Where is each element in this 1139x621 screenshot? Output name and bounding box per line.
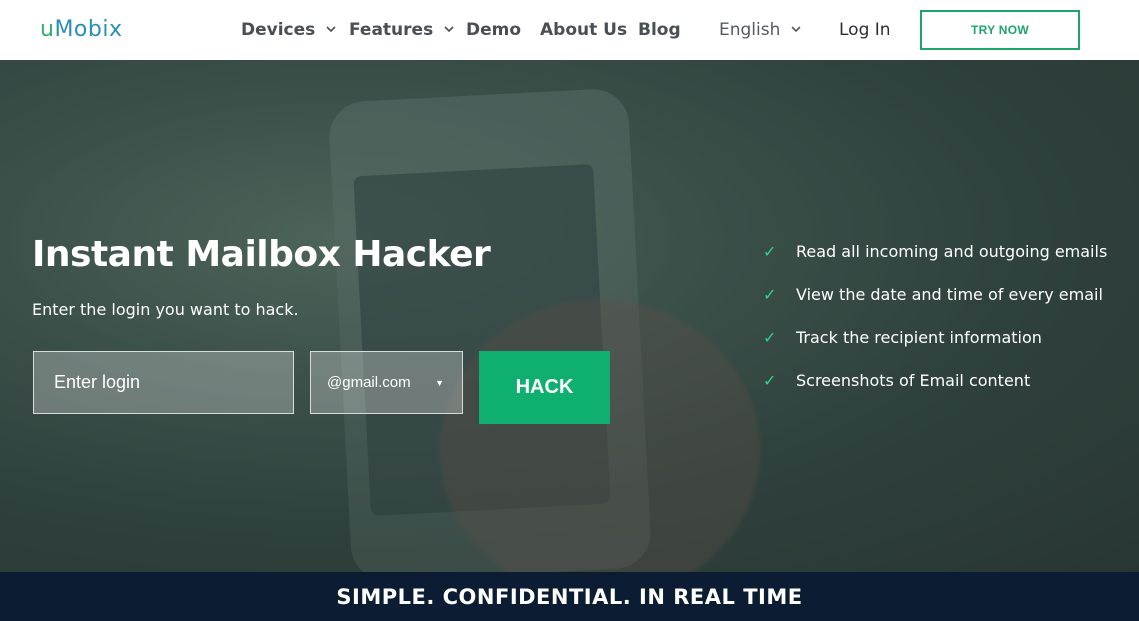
try-now-button[interactable]: TRY NOW <box>920 10 1080 50</box>
language-selector[interactable]: English <box>719 20 801 40</box>
nav-devices-label: Devices <box>241 20 316 40</box>
logo-prefix: u <box>40 17 55 42</box>
check-icon: ✓ <box>763 285 777 304</box>
domain-selected-value: @gmail.com <box>327 374 411 391</box>
chevron-down-icon <box>791 26 801 33</box>
language-label: English <box>719 20 781 40</box>
nav-devices[interactable]: Devices <box>241 20 336 40</box>
chevron-down-icon <box>326 26 336 33</box>
site-header: uMobix Devices Features Demo About Us Bl… <box>0 0 1139 60</box>
feature-list: ✓ Read all incoming and outgoing emails … <box>763 230 1107 402</box>
hero-section: Instant Mailbox Hacker Enter the login y… <box>0 60 1139 572</box>
tagline-bar: SIMPLE. CONFIDENTIAL. IN REAL TIME <box>0 572 1139 621</box>
hero-title: Instant Mailbox Hacker <box>32 234 491 275</box>
feature-item: ✓ View the date and time of every email <box>763 273 1107 316</box>
login-input[interactable]: Enter login <box>33 351 294 414</box>
email-domain-select[interactable]: @gmail.com ▼ <box>310 351 463 414</box>
feature-text: Screenshots of Email content <box>796 371 1031 390</box>
check-icon: ✓ <box>763 328 777 347</box>
tagline-text: SIMPLE. CONFIDENTIAL. IN REAL TIME <box>336 584 803 609</box>
nav-features-label: Features <box>349 20 434 40</box>
hero-subtitle: Enter the login you want to hack. <box>32 300 299 319</box>
feature-item: ✓ Read all incoming and outgoing emails <box>763 230 1107 273</box>
feature-text: Read all incoming and outgoing emails <box>796 242 1108 261</box>
feature-text: Track the recipient information <box>796 328 1042 347</box>
check-icon: ✓ <box>763 242 777 261</box>
nav-about-us[interactable]: About Us <box>540 20 627 40</box>
feature-item: ✓ Track the recipient information <box>763 316 1107 359</box>
nav-features[interactable]: Features <box>349 20 454 40</box>
nav-demo[interactable]: Demo <box>466 20 521 40</box>
check-icon: ✓ <box>763 371 777 390</box>
umobix-logo[interactable]: uMobix <box>40 17 123 42</box>
chevron-down-icon <box>444 26 454 33</box>
login-input-placeholder: Enter login <box>54 372 141 392</box>
logo-rest: Mobix <box>54 17 123 42</box>
login-link[interactable]: Log In <box>839 20 891 40</box>
feature-item: ✓ Screenshots of Email content <box>763 359 1107 402</box>
hack-button[interactable]: HACK <box>479 351 610 424</box>
caret-down-icon: ▼ <box>435 377 444 388</box>
feature-text: View the date and time of every email <box>796 285 1103 304</box>
nav-blog[interactable]: Blog <box>638 20 681 40</box>
